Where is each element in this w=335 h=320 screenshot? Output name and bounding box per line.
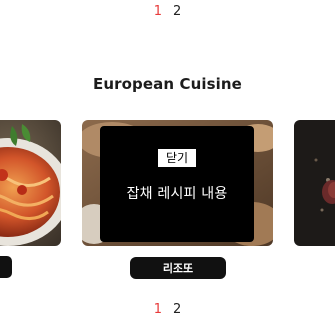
card-dark-image[interactable] xyxy=(294,120,335,246)
page-2-link[interactable]: 2 xyxy=(173,5,181,19)
card-label-risotto[interactable]: 리조또 xyxy=(130,257,226,279)
page-1-link[interactable]: 1 xyxy=(154,5,162,19)
dark-dish-image xyxy=(294,120,335,246)
pagination-top: 1 2 xyxy=(0,5,335,19)
carousel-screen: 1 2 European Cuisine 리조또 닫기 잡채 레시피 내용 1 … xyxy=(0,0,335,320)
card-spaghetti-image[interactable] xyxy=(0,120,61,246)
card-label-left[interactable] xyxy=(0,256,12,278)
recipe-popup: 닫기 잡채 레시피 내용 xyxy=(100,126,254,242)
page-1-link[interactable]: 1 xyxy=(154,303,162,317)
page-2-link[interactable]: 2 xyxy=(173,303,181,317)
pagination-bottom: 1 2 xyxy=(0,303,335,317)
section-title: European Cuisine xyxy=(93,75,242,93)
spaghetti-dish-image xyxy=(0,120,61,246)
close-button[interactable]: 닫기 xyxy=(158,149,196,167)
popup-content: 잡채 레시피 내용 xyxy=(126,186,228,202)
